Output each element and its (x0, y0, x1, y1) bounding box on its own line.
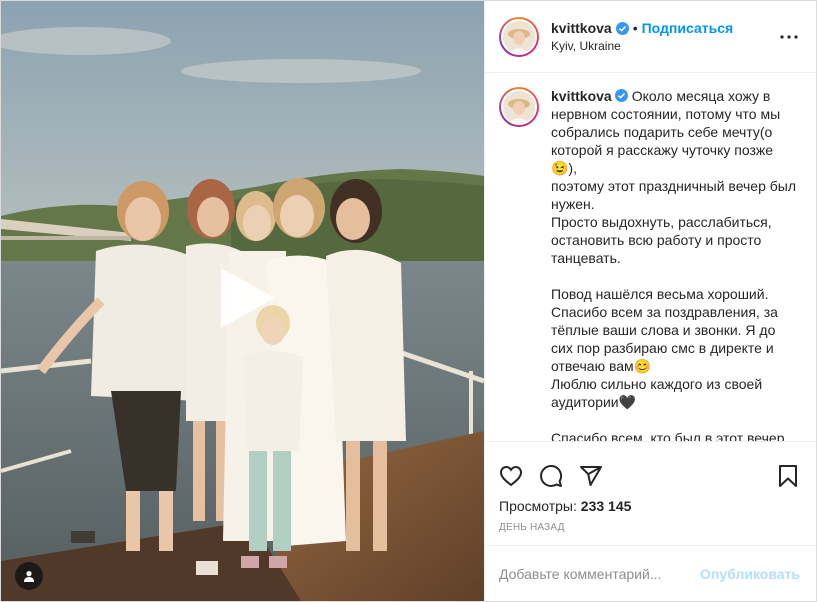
avatar[interactable] (499, 16, 539, 57)
verified-badge-icon (615, 21, 629, 35)
more-options-icon (780, 34, 798, 39)
avatar-image (503, 20, 535, 53)
actions-area: Просмотры: 233 145 день назад (485, 441, 816, 545)
username-link[interactable]: kvittkova (551, 20, 612, 36)
follow-button[interactable]: Подписаться (642, 20, 734, 36)
location-link[interactable]: Kyiv, Ukraine (551, 39, 778, 53)
separator-dot: • (632, 20, 638, 36)
comment-icon[interactable] (539, 464, 563, 488)
publish-button[interactable]: Опубликовать (700, 566, 800, 582)
verified-badge-icon (614, 89, 628, 102)
user-tag-icon (24, 571, 34, 582)
instagram-post: kvittkova • Подписаться Kyiv, Ukraine kv… (0, 0, 817, 602)
post-side-panel: kvittkova • Подписаться Kyiv, Ukraine kv… (484, 1, 816, 601)
bookmark-icon[interactable] (776, 464, 800, 488)
caption-body: kvittkova Около месяца хожу в нервном сос… (551, 87, 800, 441)
post-header: kvittkova • Подписаться Kyiv, Ukraine (485, 1, 816, 73)
add-comment-bar: Опубликовать (485, 545, 816, 601)
caption-username[interactable]: kvittkova (551, 88, 612, 104)
more-options-button[interactable] (778, 26, 800, 48)
post-video[interactable] (1, 1, 484, 601)
avatar-image (503, 91, 535, 123)
comments-section[interactable]: kvittkova Около месяца хожу в нервном сос… (485, 73, 816, 441)
views-number: 233 145 (580, 498, 632, 514)
post-caption: kvittkova Около месяца хожу в нервном сос… (499, 87, 800, 441)
play-icon[interactable] (211, 264, 279, 332)
views-count[interactable]: Просмотры: 233 145 (499, 498, 800, 514)
action-bar (499, 454, 800, 498)
post-timestamp[interactable]: день назад (499, 522, 800, 533)
user-tag-button[interactable] (15, 562, 43, 590)
caption-avatar[interactable] (499, 87, 539, 127)
comment-input[interactable] (499, 565, 701, 582)
heart-icon[interactable] (499, 464, 523, 488)
caption-text: Около месяца хожу в нервном состоянии, п… (551, 88, 797, 441)
views-label: Просмотры: (499, 498, 577, 514)
share-icon[interactable] (579, 464, 603, 488)
